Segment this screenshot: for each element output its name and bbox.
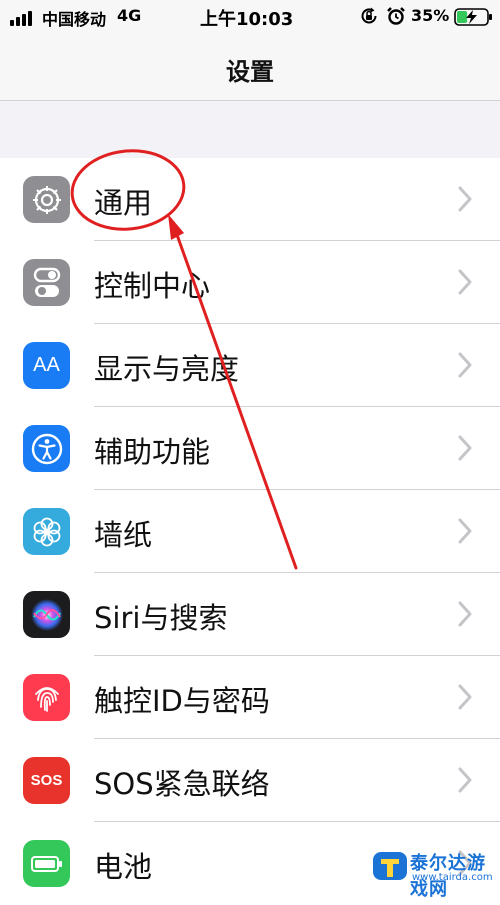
- settings-row-label: 显示与亮度: [94, 352, 240, 386]
- orientation-lock-icon: [361, 7, 377, 24]
- battery-icon: [23, 840, 70, 887]
- settings-row-label: SOS紧急联络: [94, 767, 270, 801]
- chevron-right-icon: [458, 518, 472, 544]
- settings-row-touch-id[interactable]: 触控ID与密码: [0, 656, 500, 739]
- page-title: 设置: [226, 58, 274, 86]
- carrier-name: 中国移动: [42, 10, 107, 29]
- settings-row-emergency-sos[interactable]: SOS SOS紧急联络: [0, 739, 500, 822]
- settings-row-accessibility[interactable]: 辅助功能: [0, 407, 500, 490]
- status-bar: 中国移动 4G 上午10:03 35%: [0, 0, 500, 34]
- siri-icon: [23, 591, 70, 638]
- chevron-right-icon: [458, 186, 472, 212]
- fingerprint-icon: [23, 674, 70, 721]
- chevron-right-icon: [458, 435, 472, 461]
- chevron-right-icon: [458, 684, 472, 710]
- chevron-right-icon: [458, 269, 472, 295]
- gear-icon: [23, 176, 70, 223]
- watermark: 泰尔达游戏网 www.tairda.com: [372, 848, 500, 900]
- signal-icon: [10, 10, 36, 26]
- chevron-right-icon: [458, 352, 472, 378]
- settings-row-label: 触控ID与密码: [94, 684, 270, 718]
- text-size-glyph: AA: [33, 354, 60, 376]
- chevron-right-icon: [458, 601, 472, 627]
- settings-row-label: 墙纸: [94, 518, 153, 552]
- settings-row-general[interactable]: 通用: [0, 158, 500, 241]
- battery-percent: 35%: [411, 6, 450, 25]
- sos-icon: SOS: [23, 757, 70, 804]
- settings-row-wallpaper[interactable]: 墙纸: [0, 490, 500, 573]
- settings-list: 通用 控制中心 AA 显示与亮度 辅助功能 墙纸 Siri与搜索 触控ID与密码…: [0, 158, 500, 905]
- settings-row-label: 辅助功能: [94, 435, 211, 469]
- alarm-icon: [387, 7, 405, 25]
- settings-row-control-center[interactable]: 控制中心: [0, 241, 500, 324]
- network-type: 4G: [117, 6, 142, 25]
- toggles-icon: [23, 259, 70, 306]
- text-size-icon: AA: [23, 342, 70, 389]
- settings-row-siri[interactable]: Siri与搜索: [0, 573, 500, 656]
- settings-row-label: 控制中心: [94, 269, 211, 303]
- sos-glyph: SOS: [30, 772, 63, 789]
- settings-row-label: 电池: [94, 850, 153, 884]
- battery-charging-icon: [454, 8, 492, 26]
- status-time: 上午10:03: [200, 9, 294, 30]
- flower-icon: [23, 508, 70, 555]
- watermark-url: www.tairda.com: [412, 872, 493, 883]
- accessibility-icon: [23, 425, 70, 472]
- watermark-logo-icon: [373, 852, 407, 880]
- settings-row-label: Siri与搜索: [94, 601, 228, 635]
- nav-bar: 设置: [0, 34, 500, 101]
- settings-row-label: 通用: [94, 186, 153, 220]
- settings-row-display[interactable]: AA 显示与亮度: [0, 324, 500, 407]
- chevron-right-icon: [458, 767, 472, 793]
